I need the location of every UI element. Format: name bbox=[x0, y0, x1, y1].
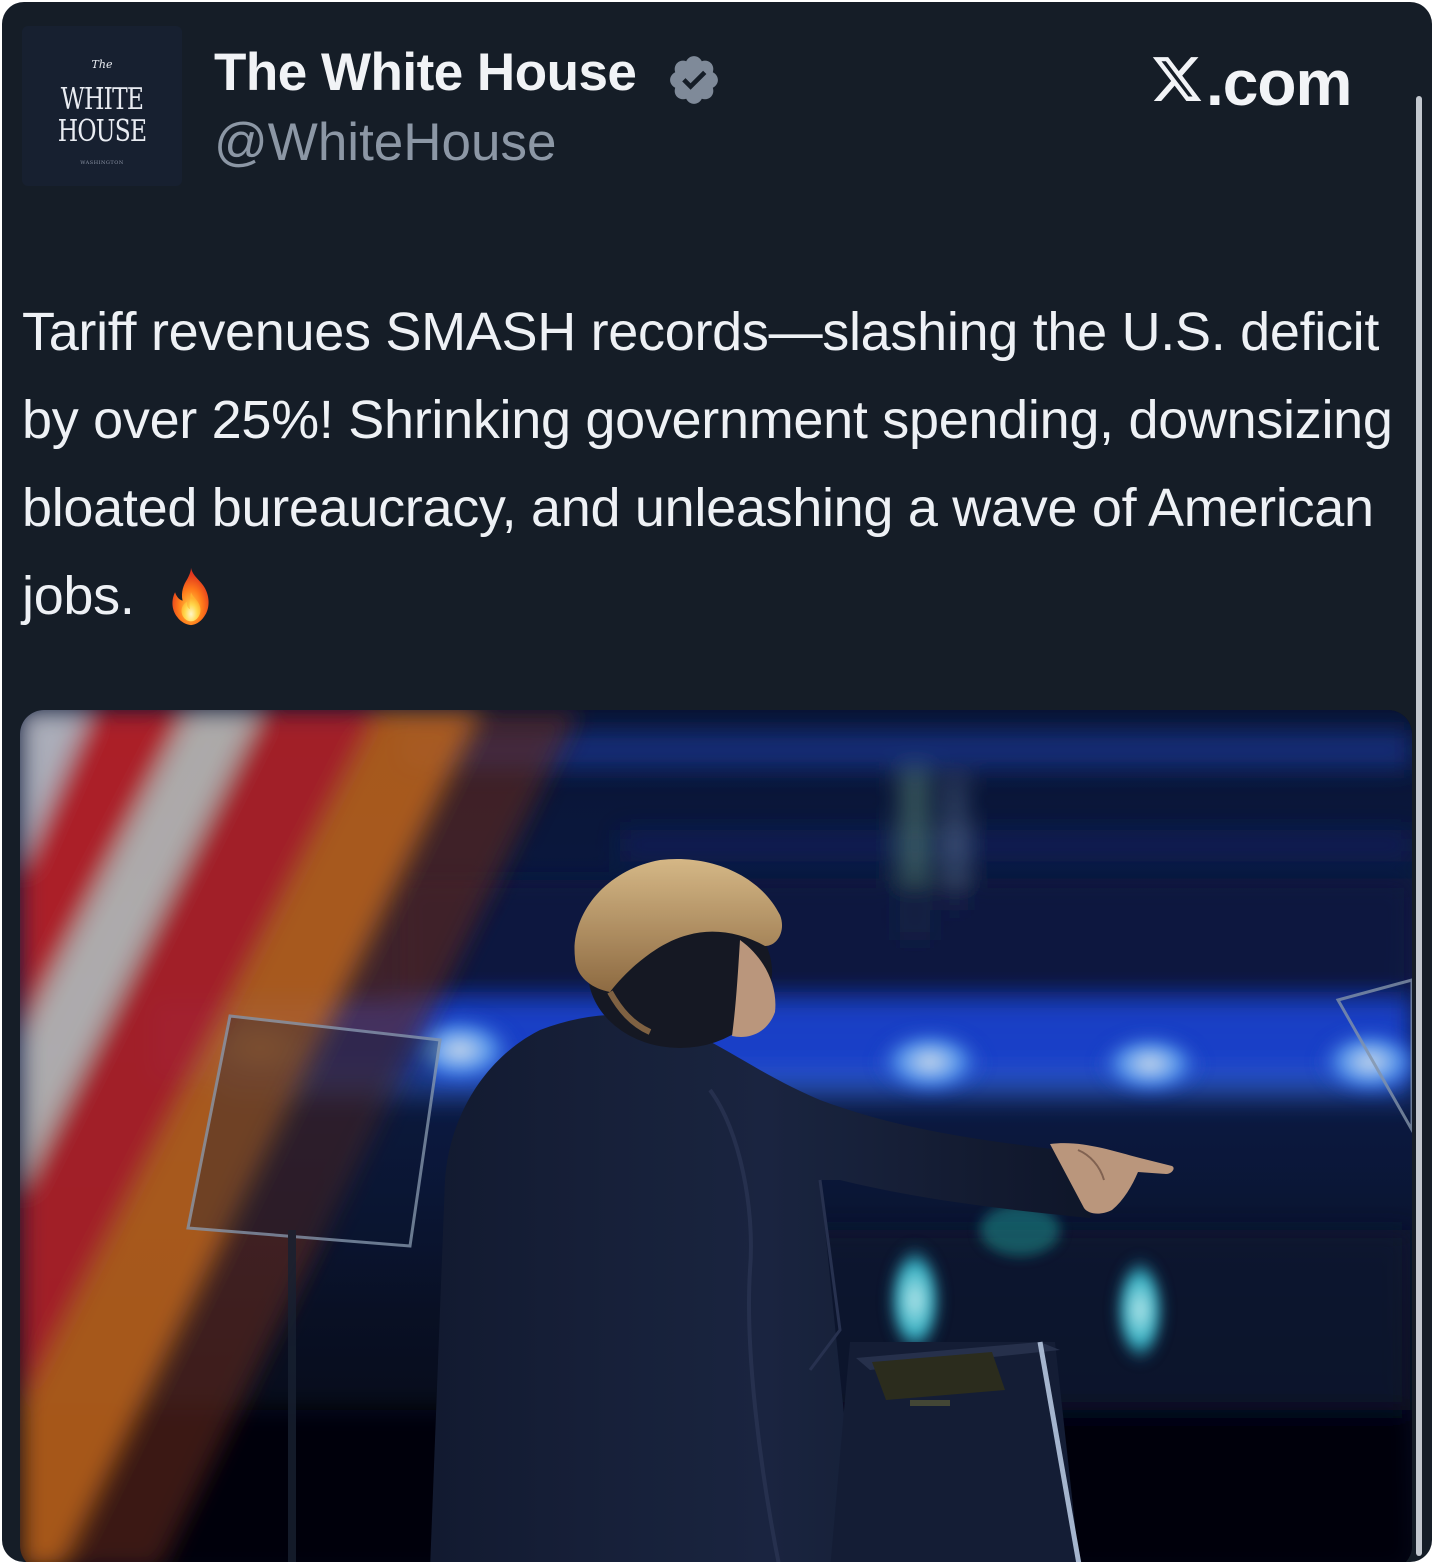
verified-check-icon bbox=[670, 56, 718, 104]
fire-emoji-icon bbox=[172, 567, 209, 626]
avatar[interactable]: The WHITE HOUSE WASHINGTON bbox=[22, 26, 182, 186]
post-image[interactable] bbox=[20, 710, 1412, 1562]
post-text: Tariff revenues SMASH records—slashing t… bbox=[22, 288, 1402, 640]
scrollbar[interactable] bbox=[1416, 96, 1422, 1556]
platform-brand: .com bbox=[1150, 46, 1352, 120]
x-logo-icon bbox=[1152, 57, 1202, 101]
author-handle[interactable]: @WhiteHouse bbox=[214, 112, 556, 173]
avatar-logo-line: WASHINGTON bbox=[80, 160, 124, 166]
post-card: The WHITE HOUSE WASHINGTON The White Hou… bbox=[2, 2, 1432, 1562]
avatar-logo-line: HOUSE bbox=[57, 114, 147, 149]
avatar-logo-line: WHITE bbox=[60, 82, 144, 117]
platform-label: .com bbox=[1206, 47, 1352, 119]
post-body: Tariff revenues SMASH records—slashing t… bbox=[22, 302, 1393, 626]
author-name[interactable]: The White House bbox=[214, 42, 637, 103]
rally-photo bbox=[20, 710, 1412, 1562]
avatar-logo-line: The bbox=[91, 58, 113, 71]
